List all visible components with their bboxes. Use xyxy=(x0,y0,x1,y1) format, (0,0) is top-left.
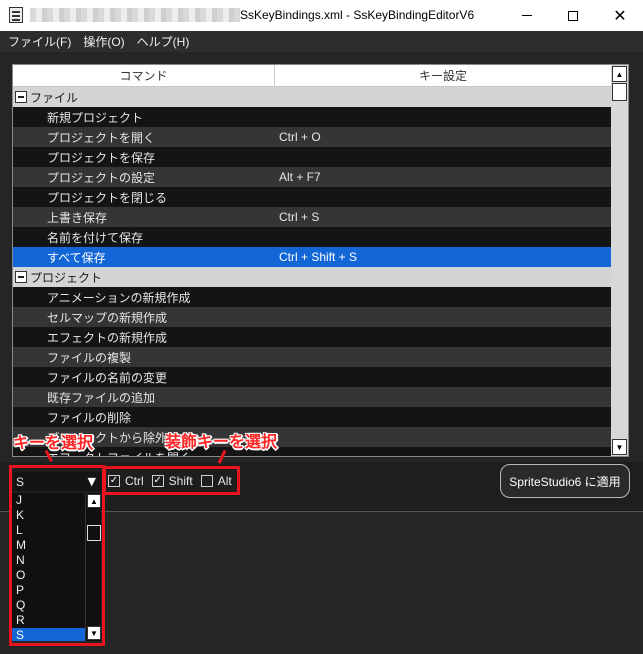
command-cell: 名前を付けて保存 xyxy=(47,230,144,245)
table-group-row[interactable]: ファイル xyxy=(13,87,611,107)
command-cell: 上書き保存 xyxy=(47,210,108,225)
key-cell: Alt + F7 xyxy=(279,170,321,184)
annotation-box-key xyxy=(9,465,105,646)
table-row[interactable]: プロジェクトを保存 xyxy=(13,147,611,167)
table-row[interactable]: 上書き保存 Ctrl + S xyxy=(13,207,611,227)
collapse-icon[interactable] xyxy=(15,91,27,103)
command-cell: プロジェクトの設定 xyxy=(47,170,156,185)
column-header-key[interactable]: キー設定 xyxy=(275,65,611,86)
redacted-path xyxy=(30,8,240,22)
table-group-row[interactable]: プロジェクト xyxy=(13,267,611,287)
command-cell: プロジェクトを保存 xyxy=(47,150,156,165)
annotation-box-modifier xyxy=(103,466,240,495)
minimize-icon xyxy=(522,15,532,16)
table-row[interactable]: ファイルの複製 xyxy=(13,347,611,367)
command-cell: ファイルの複製 xyxy=(47,350,132,365)
apply-to-spritestudio-button[interactable]: SpriteStudio6 に適用 xyxy=(500,464,630,498)
command-cell: すべて保存 xyxy=(47,250,106,265)
command-cell: 新規プロジェクト xyxy=(47,110,144,125)
app-icon xyxy=(9,7,23,23)
group-label: ファイル xyxy=(30,90,79,105)
column-header-command[interactable]: コマンド xyxy=(13,65,275,86)
table-row[interactable]: プロジェクトから除外 xyxy=(13,427,611,447)
command-cell: セルマップの新規作成 xyxy=(47,310,168,325)
table-row[interactable]: アニメーションの新規作成 xyxy=(13,287,611,307)
command-cell: 既存ファイルの追加 xyxy=(47,390,156,405)
table-row[interactable]: ファイルの削除 xyxy=(13,407,611,427)
table-row[interactable]: プロジェクトを開く Ctrl + O xyxy=(13,127,611,147)
collapse-icon[interactable] xyxy=(15,271,27,283)
command-cell: アニメーションの新規作成 xyxy=(47,290,191,305)
scroll-down-arrow-icon[interactable]: ▼ xyxy=(612,439,627,455)
menu-bar: ファイル(F) 操作(O) ヘルプ(H) xyxy=(0,31,643,52)
table-row[interactable]: 名前を付けて保存 xyxy=(13,227,611,247)
table-body: ファイル 新規プロジェクト プロジェクトを開く Ctrl + O プロジェクトを保存 プロ… xyxy=(13,87,611,456)
menu-help[interactable]: ヘルプ(H) xyxy=(137,33,190,50)
table-row[interactable]: セルマップの新規作成 xyxy=(13,307,611,327)
command-cell: プロジェクトを閉じる xyxy=(47,190,168,205)
command-cell: エフェクトの新規作成 xyxy=(47,330,168,345)
table-row[interactable]: エフェクトファイルを開く xyxy=(13,447,611,456)
minimize-button[interactable] xyxy=(504,0,550,31)
maximize-icon xyxy=(568,10,578,21)
table-row[interactable]: エフェクトの新規作成 xyxy=(13,327,611,347)
table-row[interactable]: プロジェクトを閉じる xyxy=(13,187,611,207)
scroll-up-arrow-icon[interactable]: ▲ xyxy=(612,66,627,82)
table-row[interactable]: ファイルの名前の変更 xyxy=(13,367,611,387)
command-cell: ファイルの名前の変更 xyxy=(47,370,168,385)
key-cell: Ctrl + Shift + S xyxy=(279,250,358,264)
group-label: プロジェクト xyxy=(30,270,103,285)
command-cell: プロジェクトを開く xyxy=(47,130,156,145)
maximize-button[interactable] xyxy=(550,0,596,31)
command-cell: ファイルの削除 xyxy=(47,410,132,425)
table-row[interactable]: すべて保存 Ctrl + Shift + S xyxy=(13,247,611,267)
table-header: コマンド キー設定 xyxy=(13,65,611,87)
menu-file[interactable]: ファイル(F) xyxy=(8,33,71,50)
annotation-label-modifier: 装飾キーを選択 xyxy=(165,432,278,451)
menu-operation[interactable]: 操作(O) xyxy=(83,33,124,50)
table-scrollbar[interactable]: ▲ ▼ xyxy=(611,65,628,456)
key-cell: Ctrl + O xyxy=(279,130,321,144)
window-title: SsKeyBindings.xml - SsKeyBindingEditorV6 xyxy=(240,8,475,22)
table-row[interactable]: プロジェクトの設定 Alt + F7 xyxy=(13,167,611,187)
close-icon: ✕ xyxy=(613,5,627,25)
table-row[interactable]: 既存ファイルの追加 xyxy=(13,387,611,407)
close-button[interactable]: ✕ xyxy=(597,0,643,31)
scroll-thumb[interactable] xyxy=(612,83,627,101)
annotation-label-key: キーを選択 xyxy=(13,433,94,452)
key-cell: Ctrl + S xyxy=(279,210,320,224)
keybinding-table: コマンド キー設定 ファイル 新規プロジェクト プロジェクトを開く Ctrl + Oプ… xyxy=(12,64,629,457)
title-bar: SsKeyBindings.xml - SsKeyBindingEditorV6… xyxy=(0,0,643,31)
table-row[interactable]: 新規プロジェクト xyxy=(13,107,611,127)
